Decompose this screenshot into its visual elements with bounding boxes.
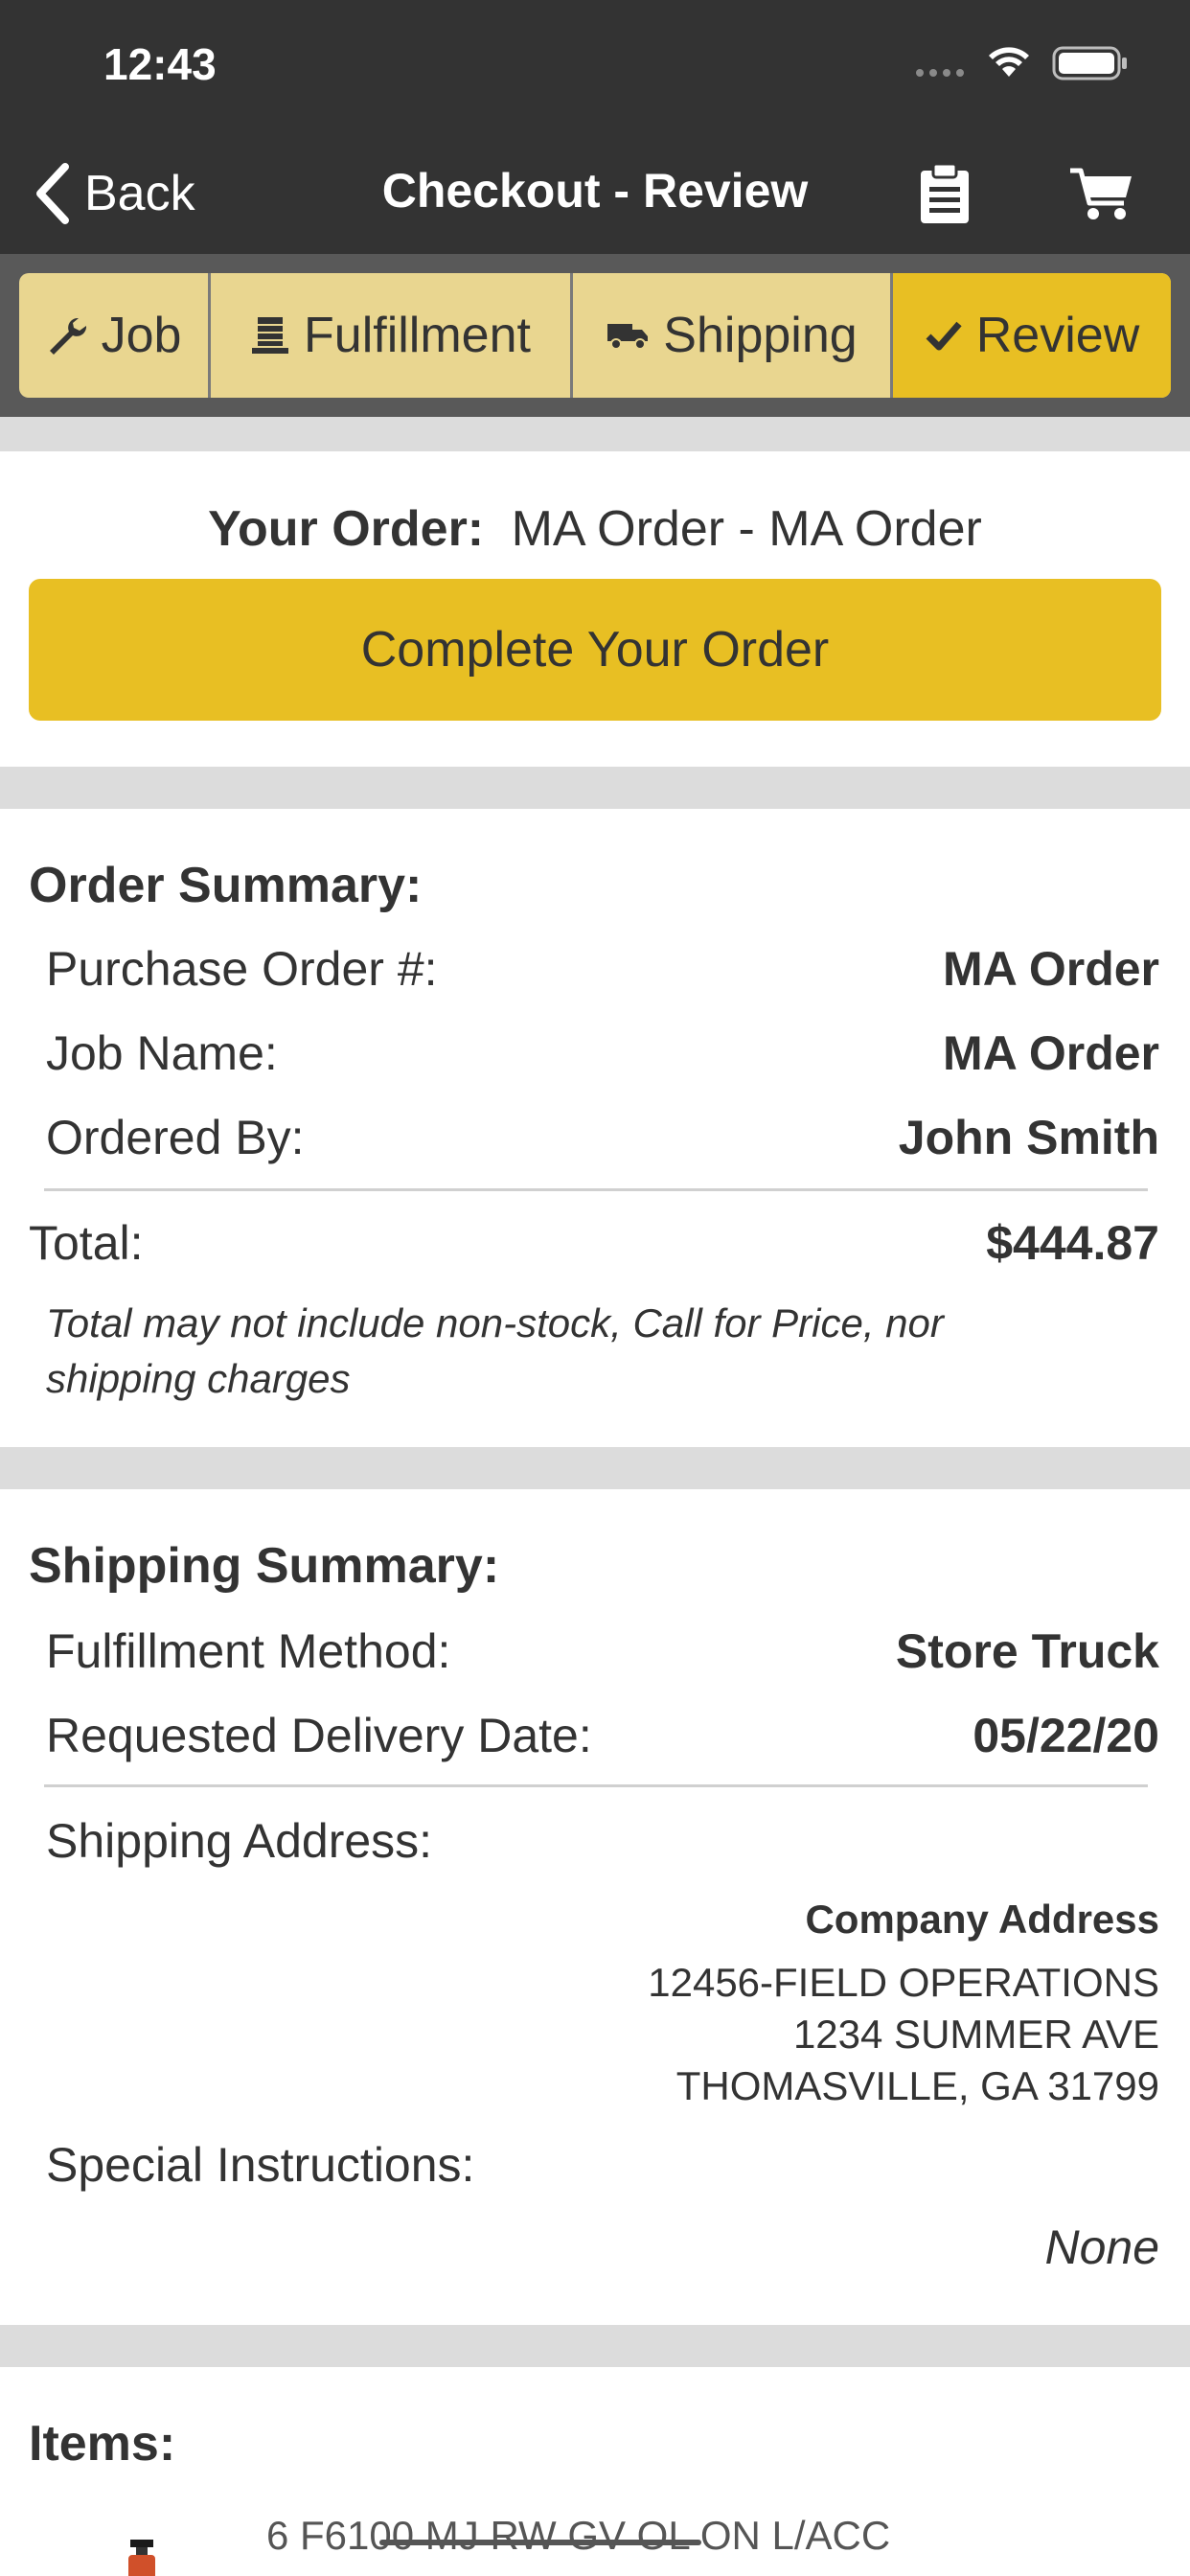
page-title: Checkout - Review <box>381 164 809 218</box>
back-button[interactable]: Back <box>34 157 195 230</box>
tab-shipping-label: Shipping <box>663 308 858 363</box>
shipping-address-label: Shipping Address: <box>46 1814 433 1868</box>
ordered-by-value: John Smith <box>898 1111 1159 1164</box>
back-label: Back <box>84 166 195 221</box>
delivery-date-value: 05/22/20 <box>973 1709 1159 1762</box>
list-item[interactable]: 6 F6100 MJ RW GV OL ON L/ACC <box>266 2513 890 2559</box>
item-strike-bar <box>379 2540 701 2545</box>
battery-icon <box>1052 46 1127 80</box>
clipboard-icon <box>921 162 969 223</box>
delivery-date-label: Requested Delivery Date: <box>46 1709 592 1762</box>
section-divider <box>0 1447 1190 1489</box>
status-time: 12:43 <box>103 39 217 89</box>
cart-button[interactable] <box>1064 155 1140 232</box>
tab-fulfillment-label: Fulfillment <box>304 308 531 363</box>
ordered-by-label: Ordered By: <box>46 1111 305 1164</box>
special-instructions-label: Special Instructions: <box>46 2138 475 2192</box>
section-divider <box>0 767 1190 809</box>
cart-icon <box>1070 168 1132 219</box>
chevron-left-icon <box>36 163 69 224</box>
po-value: MA Order <box>943 942 1159 996</box>
job-name-value: MA Order <box>943 1026 1159 1080</box>
total-label: Total: <box>29 1216 144 1270</box>
address-line2: 1234 SUMMER AVE <box>792 2012 1159 2057</box>
job-name-label: Job Name: <box>46 1026 278 1080</box>
section-divider <box>0 417 1190 451</box>
items-title: Items: <box>29 2416 176 2472</box>
shipping-address-block: Company Address 12456-FIELD OPERATIONS 1… <box>648 1894 1159 2112</box>
fulfillment-method-label: Fulfillment Method: <box>46 1624 451 1678</box>
your-order-label: Your Order: <box>208 501 485 557</box>
fulfillment-method-value: Store Truck <box>895 1624 1159 1678</box>
tab-job-label: Job <box>101 308 182 363</box>
tab-shipping[interactable]: Shipping <box>573 273 893 398</box>
address-line1: 12456-FIELD OPERATIONS <box>648 1960 1159 2005</box>
complete-order-button[interactable]: Complete Your Order <box>29 579 1161 721</box>
shipping-summary-title: Shipping Summary: <box>29 1538 500 1594</box>
shipping-divider <box>44 1784 1148 1787</box>
address-line3: THOMASVILLE, GA 31799 <box>675 2063 1159 2108</box>
navigation-bar: Back Checkout - Review <box>0 134 1190 254</box>
item-description: 6 F6100 MJ RW GV OL ON L/ACC <box>266 2513 891 2558</box>
wifi-icon <box>989 47 1029 77</box>
wrench-icon <box>46 314 88 356</box>
pallet-icon <box>250 315 290 356</box>
tab-review-label: Review <box>975 308 1140 363</box>
total-value: $444.87 <box>986 1216 1159 1270</box>
truck-icon <box>606 320 650 351</box>
item-thumbnail <box>125 2540 159 2576</box>
total-note: Total may not include non-stock, Call fo… <box>46 1296 1148 1407</box>
status-bar: 12:43 <box>0 0 1190 134</box>
special-instructions-value: None <box>1044 2220 1159 2274</box>
po-label: Purchase Order #: <box>46 942 438 996</box>
your-order-line: Your Order: MA Order - MA Order <box>0 500 1190 558</box>
checkmark-icon <box>925 319 963 352</box>
total-note-line2: shipping charges <box>46 1356 351 1401</box>
summary-divider <box>44 1188 1148 1191</box>
total-note-line1: Total may not include non-stock, Call fo… <box>46 1300 944 1346</box>
tab-review[interactable]: Review <box>893 273 1171 398</box>
checkout-steps: Job Fulfillment Shipping Review <box>19 273 1171 398</box>
your-order-value: MA Order - MA Order <box>511 501 982 557</box>
address-name: Company Address <box>805 1897 1159 1942</box>
signal-icon <box>916 69 964 77</box>
tab-fulfillment[interactable]: Fulfillment <box>211 273 573 398</box>
checkout-steps-bar: Job Fulfillment Shipping Review <box>0 254 1190 417</box>
clipboard-button[interactable] <box>906 155 983 232</box>
order-summary-title: Order Summary: <box>29 858 423 913</box>
section-divider <box>0 2325 1190 2367</box>
tab-job[interactable]: Job <box>19 273 211 398</box>
